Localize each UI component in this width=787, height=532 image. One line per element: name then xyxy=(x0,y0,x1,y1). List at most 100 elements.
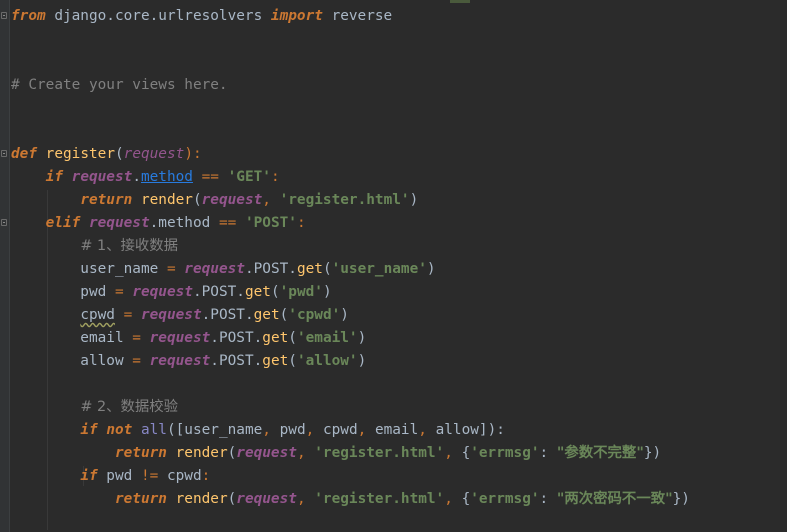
code-token: get xyxy=(296,261,323,277)
code-token: 'pwd' xyxy=(279,284,323,300)
code-editor[interactable]: from django.core.urlresolvers import rev… xyxy=(0,0,787,532)
code-token: ( xyxy=(270,284,280,300)
code-line[interactable]: return render(request, 'register.html', … xyxy=(11,442,690,465)
code-token: return xyxy=(114,445,167,461)
code-token: ( xyxy=(227,491,237,507)
code-line[interactable] xyxy=(11,120,690,143)
code-line[interactable]: user_name = request.POST.get('user_name'… xyxy=(11,258,690,281)
code-token: == xyxy=(192,169,228,185)
fold-marker-icon[interactable] xyxy=(1,12,7,19)
code-token: ) xyxy=(357,330,367,346)
code-token: request xyxy=(236,491,297,507)
code-token: 'email' xyxy=(296,330,358,346)
code-token: return xyxy=(114,491,167,507)
code-token: allow xyxy=(11,353,133,369)
code-token: get xyxy=(262,353,289,369)
code-line[interactable] xyxy=(11,51,690,74)
code-line[interactable]: if request.method == 'GET': xyxy=(11,166,690,189)
code-token: reverse xyxy=(322,8,393,24)
code-token: request xyxy=(132,284,193,300)
code-token: : xyxy=(539,491,557,507)
code-token: : xyxy=(539,445,557,461)
code-line[interactable]: return render(request, 'register.html', … xyxy=(11,488,690,511)
code-line[interactable]: # 2、数据校验 xyxy=(11,396,690,419)
code-token: }) xyxy=(672,491,690,507)
code-token: , xyxy=(444,491,462,507)
code-token: not xyxy=(106,422,133,438)
code-line[interactable] xyxy=(11,28,690,51)
code-token: : xyxy=(201,468,211,484)
code-token: = xyxy=(123,307,133,323)
fold-marker-icon[interactable] xyxy=(1,150,7,157)
code-token: = xyxy=(114,284,124,300)
code-token: , xyxy=(418,422,436,438)
code-token: render xyxy=(175,491,228,507)
code-token: allow]): xyxy=(435,422,505,438)
code-token: request xyxy=(123,146,185,162)
code-token: method xyxy=(140,169,193,185)
code-token: # 2、数据校验 xyxy=(80,399,179,415)
code-token: request xyxy=(149,330,211,346)
code-line[interactable]: return render(request, 'register.html') xyxy=(11,189,690,212)
code-token: email xyxy=(374,422,419,438)
code-token: all xyxy=(140,422,167,438)
gutter-divider xyxy=(9,0,10,532)
code-token: { xyxy=(461,491,471,507)
code-token: request xyxy=(140,307,202,323)
fold-marker-icon[interactable] xyxy=(1,219,7,226)
code-token: .POST. xyxy=(201,307,254,323)
code-token: ( xyxy=(114,146,124,162)
code-token: : xyxy=(296,215,306,231)
code-token: request xyxy=(201,192,263,208)
code-token: from xyxy=(11,8,46,24)
code-token: .POST. xyxy=(244,261,297,277)
code-token: ) xyxy=(426,261,436,277)
code-line[interactable]: cpwd = request.POST.get('cpwd') xyxy=(11,304,690,327)
code-line[interactable]: if pwd != cpwd: xyxy=(11,465,690,488)
code-token: ( xyxy=(288,353,297,369)
code-token: request xyxy=(184,261,245,277)
code-line[interactable]: allow = request.POST.get('allow') xyxy=(11,350,690,373)
code-token: , xyxy=(262,422,280,438)
code-lines[interactable]: from django.core.urlresolvers import rev… xyxy=(11,5,690,511)
code-token: .POST. xyxy=(210,353,263,369)
code-token: get xyxy=(244,284,271,300)
code-line[interactable]: pwd = request.POST.get('pwd') xyxy=(11,281,690,304)
code-line[interactable]: def register(request): xyxy=(11,143,690,166)
code-line[interactable] xyxy=(11,97,690,120)
code-token: if xyxy=(45,169,63,185)
code-token: ) xyxy=(357,353,367,369)
code-line[interactable] xyxy=(11,373,690,396)
code-token: django.core.urlresolvers xyxy=(45,8,271,24)
code-line[interactable]: email = request.POST.get('email') xyxy=(11,327,690,350)
code-token: : xyxy=(270,169,280,185)
code-token: render xyxy=(140,192,193,208)
code-line[interactable]: # 1、接收数据 xyxy=(11,235,690,258)
code-token: cpwd xyxy=(80,307,115,323)
code-token: ) xyxy=(409,192,419,208)
code-token: != xyxy=(140,468,159,484)
code-line[interactable]: # Create your views here. xyxy=(11,74,690,97)
code-token: pwd xyxy=(11,284,115,300)
code-token: }) xyxy=(643,445,662,461)
code-token: , xyxy=(444,445,462,461)
code-line[interactable]: from django.core.urlresolvers import rev… xyxy=(11,5,690,28)
code-line[interactable]: elif request.method == 'POST': xyxy=(11,212,690,235)
code-token: render xyxy=(175,445,228,461)
code-token: = xyxy=(132,353,141,369)
code-line[interactable]: if not all([user_name, pwd, cpwd, email,… xyxy=(11,419,690,442)
code-token: register xyxy=(45,146,115,162)
code-token: elif xyxy=(45,215,81,231)
